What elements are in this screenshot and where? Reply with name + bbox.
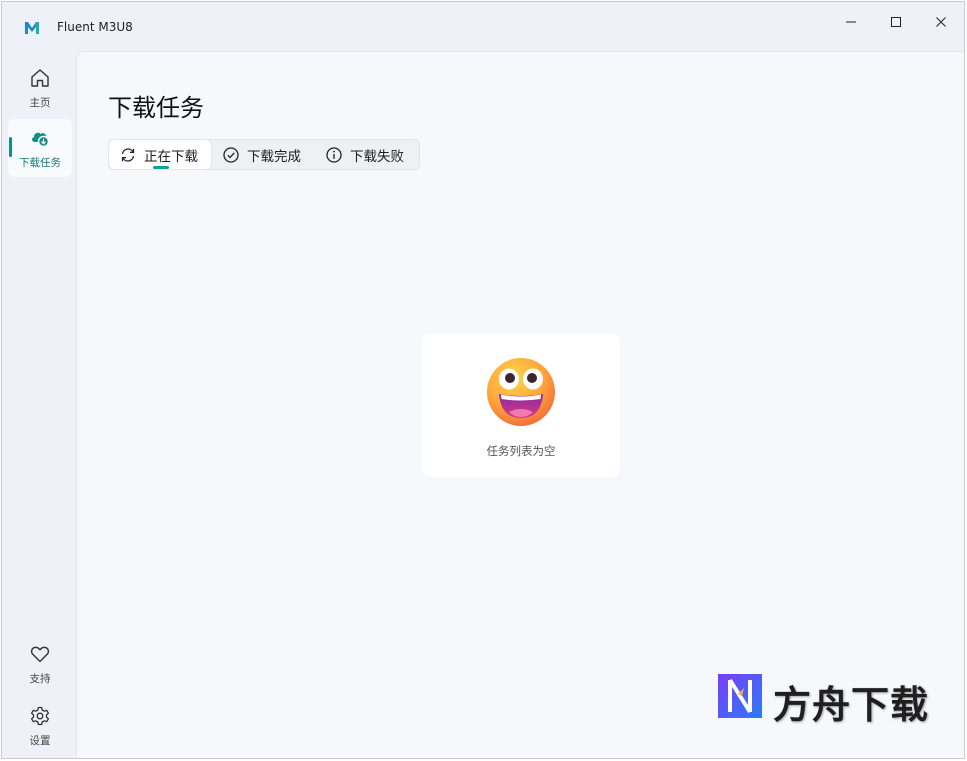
- title-bar[interactable]: Fluent M3U8: [2, 2, 964, 52]
- tab-bar: 正在下载 下载完成 下载失败: [108, 139, 420, 170]
- refresh-icon: [121, 147, 135, 162]
- check-circle-icon: [223, 146, 239, 163]
- close-button[interactable]: [918, 2, 964, 42]
- app-title: Fluent M3U8: [57, 20, 133, 34]
- tab-failed[interactable]: 下载失败: [325, 140, 404, 169]
- close-icon: [936, 17, 946, 27]
- maximize-button[interactable]: [873, 2, 919, 42]
- nav-item-support[interactable]: 支持: [8, 635, 72, 693]
- nav-label-support: 支持: [29, 673, 51, 685]
- page-title: 下载任务: [108, 94, 204, 122]
- main-content: 下载任务 正在下载 下载完成 下载失败 任务列表为空: [76, 51, 964, 758]
- fangzhou-logo-icon: [718, 674, 762, 718]
- nav-item-settings[interactable]: 设置: [8, 697, 72, 755]
- grinning-face-icon: [487, 358, 555, 426]
- info-circle-icon: [326, 146, 342, 163]
- empty-state-text: 任务列表为空: [486, 444, 556, 458]
- gear-icon: [30, 706, 50, 726]
- watermark: 方舟下载: [716, 672, 930, 727]
- maximize-icon: [891, 17, 901, 27]
- m3u8-logo-icon: [25, 22, 39, 34]
- tab-label-completed: 下载完成: [247, 148, 301, 165]
- watermark-text: 方舟下载: [773, 683, 930, 727]
- cloud-download-icon: [32, 132, 50, 148]
- app-window: Fluent M3U8 主页 下载任务 支持 设置 下载任务 正在下载 下载完成…: [1, 1, 965, 759]
- tab-downloading[interactable]: 正在下载: [109, 140, 211, 169]
- tab-label-failed: 下载失败: [350, 148, 404, 165]
- heart-icon: [30, 646, 50, 663]
- nav-item-home[interactable]: 主页: [8, 59, 72, 117]
- nav-label-home: 主页: [29, 97, 51, 109]
- tab-active-indicator: [153, 166, 169, 169]
- tab-completed[interactable]: 下载完成: [222, 140, 301, 169]
- nav-label-downloads: 下载任务: [19, 157, 61, 169]
- tab-label-downloading: 正在下载: [144, 148, 198, 165]
- minimize-icon: [846, 21, 856, 23]
- home-icon: [31, 69, 49, 87]
- nav-active-indicator: [9, 137, 12, 157]
- nav-item-downloads[interactable]: 下载任务: [8, 119, 72, 177]
- nav-label-settings: 设置: [29, 735, 51, 747]
- minimize-button[interactable]: [828, 2, 874, 42]
- empty-state-card: 任务列表为空: [422, 334, 620, 477]
